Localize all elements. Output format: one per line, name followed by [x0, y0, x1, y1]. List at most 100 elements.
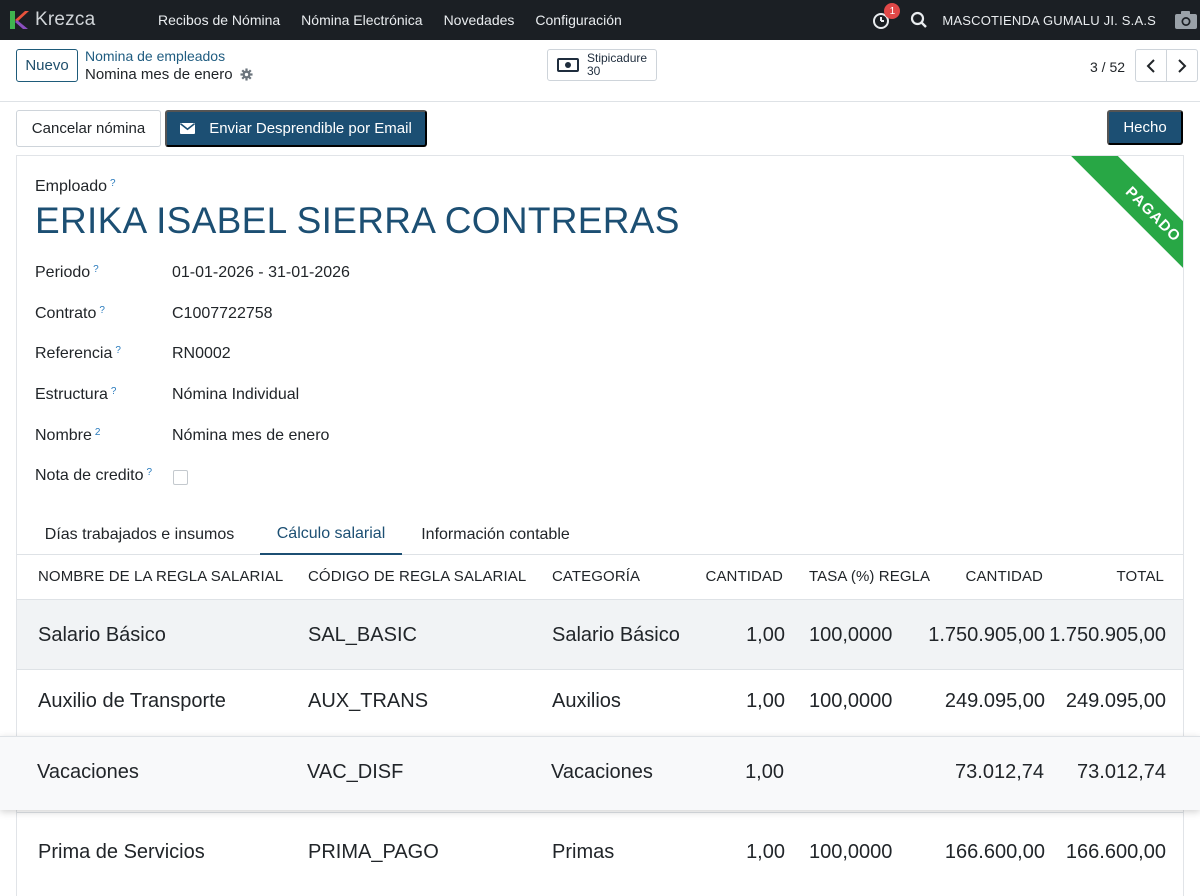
control-panel: Nuevo Nomina de empleados Nomina mes de …	[0, 40, 1200, 102]
menu-recibos-nomina[interactable]: Recibos de Nómina	[158, 12, 280, 28]
help-icon[interactable]: ?	[93, 264, 99, 275]
chevron-right-icon	[1178, 58, 1187, 73]
breadcrumb-parent[interactable]: Nomina de empleados	[85, 48, 225, 64]
field-label-text: Referencia	[35, 345, 113, 362]
rate-cell: 100,0000	[809, 624, 893, 646]
top-navbar: Krezca Recibos de Nómina Nómina Electrón…	[0, 0, 1200, 40]
column-header[interactable]: CANTIDAD	[706, 568, 783, 585]
help-icon[interactable]: ?	[111, 386, 117, 397]
field-label-text: Nombre	[35, 427, 92, 444]
stipicadure-smart-button[interactable]: Stipicadure 30	[547, 49, 657, 81]
rule-name-cell: Prima de Servicios	[38, 841, 205, 863]
quantity-cell: 1,00	[745, 761, 784, 783]
krezca-logo-icon	[10, 11, 29, 29]
envelope-icon	[180, 123, 196, 134]
table-row[interactable]: Salario Básico SAL_BASIC Salario Básico …	[17, 599, 1183, 669]
quantity-cell: 1,00	[746, 841, 785, 863]
help-icon[interactable]: ?	[147, 467, 153, 478]
rule-name-cell: Salario Básico	[38, 624, 166, 646]
total-cell: 166.600,00	[1065, 841, 1166, 863]
category-cell: Vacaciones	[551, 761, 653, 783]
new-button[interactable]: Nuevo	[16, 49, 78, 82]
pager-value[interactable]: 3 / 52	[1090, 59, 1125, 75]
total-cell: 1.750.905,00	[1049, 624, 1166, 646]
help-icon[interactable]: 2	[95, 427, 101, 438]
done-button[interactable]: Hecho	[1107, 110, 1183, 145]
field-label-periodo: Periodo?	[35, 264, 99, 282]
credit-note-checkbox[interactable]	[173, 470, 188, 485]
amount-cell: 1.750.905,00	[928, 624, 1045, 646]
brand-name: Krezca	[35, 9, 96, 30]
rule-code-cell: PRIMA_PAGO	[308, 841, 439, 863]
amount-cell: 249.095,00	[944, 690, 1045, 712]
column-header[interactable]: CÓDIGO DE REGLA SALARIAL	[308, 568, 526, 585]
field-label-text: Contrato	[35, 305, 97, 322]
field-label-referencia: Referencia?	[35, 345, 121, 363]
cancel-payroll-button[interactable]: Cancelar nómina	[16, 110, 161, 147]
column-header[interactable]: CATEGORÍA	[552, 568, 640, 585]
field-value-referencia[interactable]: RN0002	[172, 345, 231, 363]
user-avatar-icon[interactable]	[1174, 10, 1198, 30]
field-value-periodo[interactable]: 01-01-2026 - 31-01-2026	[172, 264, 350, 282]
menu-configuracion[interactable]: Configuración	[535, 12, 621, 28]
status-ribbon-label: PAGADO	[1056, 156, 1183, 306]
company-switcher[interactable]: MASCOTIENDA GUMALU JI. S.A.S	[942, 13, 1156, 28]
menu-nomina-electronica[interactable]: Nómina Electrónica	[301, 12, 422, 28]
breadcrumb-current: Nomina mes de enero	[85, 66, 253, 83]
pager-previous-button[interactable]	[1135, 49, 1167, 82]
notebook-tabs: Días trabajados e insumos Cálculo salari…	[17, 514, 1183, 555]
field-value-nombre[interactable]: Nómina mes de enero	[172, 427, 329, 445]
activity-button[interactable]: 1	[872, 3, 901, 30]
table-row-highlighted[interactable]: Vacaciones VAC_DISF Vacaciones 1,00 73.0…	[0, 736, 1200, 810]
rule-name-cell: Vacaciones	[37, 761, 139, 783]
help-icon[interactable]: ?	[115, 345, 121, 356]
column-header[interactable]: TOTAL	[1117, 568, 1164, 585]
field-label-text: Estructura	[35, 386, 108, 403]
field-label-nombre: Nombre 2	[35, 427, 100, 445]
rule-code-cell: VAC_DISF	[307, 761, 404, 783]
employee-label: Emploado?	[35, 178, 116, 196]
money-bill-icon	[557, 58, 579, 72]
chevron-left-icon	[1146, 58, 1155, 73]
employee-label-text: Emploado	[35, 178, 108, 195]
field-label-estructura: Estructura?	[35, 386, 116, 404]
category-cell: Primas	[552, 841, 615, 863]
field-value-estructura[interactable]: Nómina Individual	[172, 386, 299, 404]
tab-informacion-contable[interactable]: Información contable	[403, 514, 588, 555]
menu-novedades[interactable]: Novedades	[444, 12, 515, 28]
brand-logo[interactable]: Krezca	[8, 9, 148, 31]
table-row[interactable]: Prima de Servicios PRIMA_PAGO Primas 1,0…	[17, 812, 1183, 892]
category-cell: Auxilios	[552, 690, 621, 712]
gear-icon[interactable]	[240, 68, 253, 81]
total-cell: 249.095,00	[1065, 690, 1166, 712]
help-icon[interactable]: ?	[110, 178, 116, 189]
total-cell: 73.012,74	[1077, 761, 1166, 783]
rule-code-cell: SAL_BASIC	[308, 624, 417, 646]
column-header[interactable]: NOMBRE DE LA REGLA SALARIAL	[38, 568, 283, 585]
main-menu: Recibos de Nómina Nómina Electrónica Nov…	[158, 12, 643, 28]
smart-button-text: Stipicadure 30	[587, 52, 647, 78]
navbar-systray: 1 MASCOTIENDA GUMALU JI. S.A.S	[872, 0, 1200, 40]
category-cell: Salario Básico	[552, 624, 680, 646]
field-label-text: Periodo	[35, 264, 91, 281]
field-label-nota-credito: Nota de credito?	[35, 467, 152, 485]
rate-cell: 100,0000	[809, 690, 893, 712]
search-icon[interactable]	[910, 11, 928, 29]
column-header[interactable]: CANTIDAD	[966, 568, 1043, 585]
column-header[interactable]: TASA (%) REGLA	[809, 568, 930, 585]
quantity-cell: 1,00	[746, 690, 785, 712]
help-icon[interactable]: ?	[99, 305, 105, 316]
send-payslip-email-button[interactable]: Enviar Desprendible por Email	[165, 110, 427, 147]
rate-cell: 100,0000	[809, 841, 893, 863]
amount-cell: 73.012,74	[955, 761, 1044, 783]
breadcrumb-current-label: Nomina mes de enero	[85, 66, 233, 83]
table-row[interactable]: Auxilio de Transporte AUX_TRANS Auxilios…	[17, 669, 1183, 737]
pager-next-button[interactable]	[1166, 49, 1198, 82]
rule-code-cell: AUX_TRANS	[308, 690, 429, 712]
field-label-contrato: Contrato?	[35, 305, 105, 323]
tab-dias-trabajados[interactable]: Días trabajados e insumos	[38, 514, 241, 555]
field-value-contrato[interactable]: C1007722758	[172, 305, 273, 323]
tab-calculo-salarial[interactable]: Cálculo salarial	[260, 514, 402, 555]
employee-name[interactable]: ERIKA ISABEL SIERRA CONTRERAS	[35, 200, 680, 242]
field-label-text: Nota de credito	[35, 467, 144, 484]
